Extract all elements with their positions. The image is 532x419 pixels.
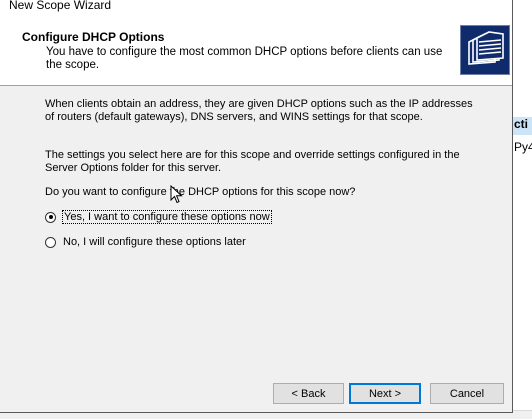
folders-wizard-icon (460, 25, 510, 75)
option-no[interactable]: No, I will configure these options later (45, 234, 246, 250)
page-description: You have to configure the most common DH… (46, 46, 443, 71)
next-button[interactable]: Next > (349, 383, 421, 404)
cancel-button[interactable]: Cancel (430, 383, 504, 404)
title-bar[interactable]: New Scope Wizard (0, 0, 512, 16)
question-text: Do you want to configure the DHCP option… (45, 186, 356, 198)
radio-yes[interactable] (45, 211, 56, 223)
background-app-text: cti (514, 117, 529, 131)
window-title: New Scope Wizard (9, 0, 112, 12)
option-yes[interactable]: Yes, I want to configure these options n… (45, 209, 272, 225)
screen: cti Py4 New Scope Wizard Configure DHCP … (0, 0, 532, 419)
background-app-text: Py4 (514, 140, 532, 154)
wizard-dialog: New Scope Wizard Configure DHCP Options … (0, 0, 513, 413)
back-button[interactable]: < Back (273, 383, 344, 404)
radio-no[interactable] (45, 236, 56, 248)
mouse-cursor-icon (170, 185, 183, 204)
option-no-label[interactable]: No, I will configure these options later (63, 236, 246, 248)
page-title: Configure DHCP Options (22, 30, 165, 44)
wizard-header: Configure DHCP Options You have to confi… (0, 16, 512, 86)
body-paragraph: When clients obtain an address, they are… (45, 98, 473, 124)
folders-icon-graphic (468, 31, 504, 65)
option-yes-label[interactable]: Yes, I want to configure these options n… (62, 210, 272, 224)
body-paragraph: The settings you select here are for thi… (45, 149, 460, 175)
